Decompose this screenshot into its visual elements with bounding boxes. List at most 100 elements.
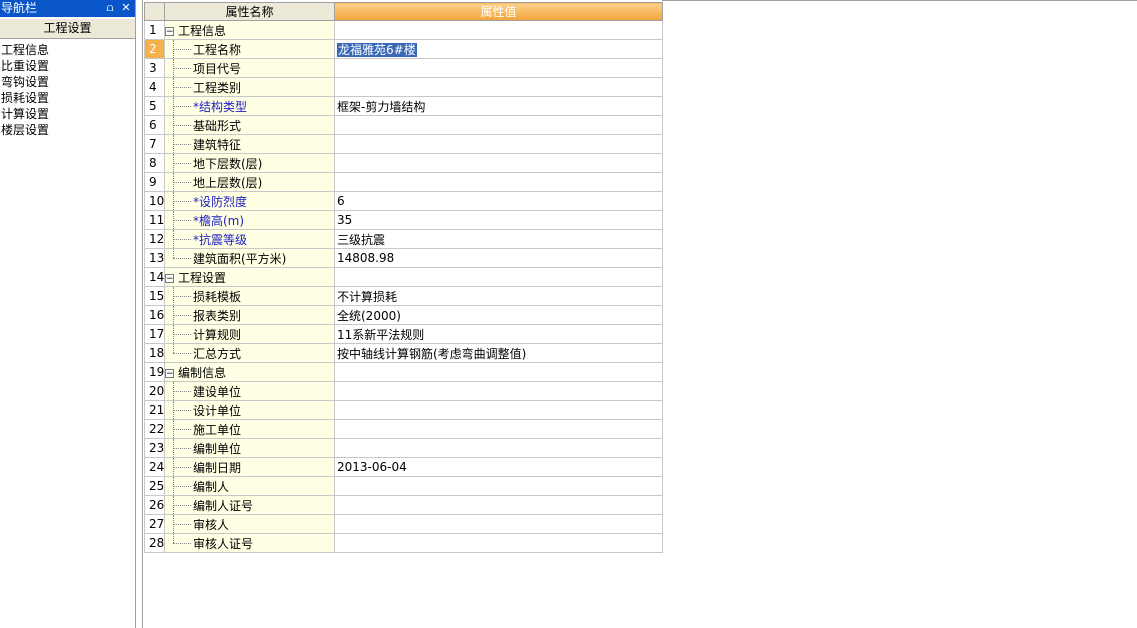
property-value-cell[interactable] [334,381,663,401]
table-row[interactable]: 25 编制人 [144,476,663,496]
table-row[interactable]: 1− 工程信息 [144,20,663,40]
row-number[interactable]: 26 [144,495,165,515]
property-value-cell[interactable] [334,153,663,173]
property-value[interactable]: 按中轴线计算钢筋(考虑弯曲调整值) [337,347,526,361]
property-value-cell[interactable] [334,77,663,97]
property-name-cell[interactable]: *设防烈度 [164,191,335,211]
property-name-cell[interactable]: 地上层数(层) [164,172,335,192]
property-value[interactable]: 6 [337,194,345,208]
property-name-cell[interactable]: 建筑面积(平方米) [164,248,335,268]
table-row[interactable]: 21 设计单位 [144,400,663,420]
property-value-cell[interactable]: 35 [334,210,663,230]
collapse-icon[interactable]: − [165,26,174,36]
property-name-cell[interactable]: 工程名称 [164,39,335,59]
row-number[interactable]: 16 [144,305,165,325]
row-number[interactable]: 23 [144,438,165,458]
row-number[interactable]: 8 [144,153,165,173]
table-row[interactable]: 5 *结构类型 框架-剪力墙结构 [144,96,663,116]
property-name-cell[interactable]: 报表类别 [164,305,335,325]
property-value[interactable]: 框架-剪力墙结构 [337,100,425,114]
row-number[interactable]: 17 [144,324,165,344]
property-name-cell[interactable]: − 工程设置 [164,267,335,287]
property-value-cell[interactable]: 14808.98 [334,248,663,268]
row-number[interactable]: 5 [144,96,165,116]
collapse-icon[interactable]: − [165,273,174,283]
property-name-cell[interactable]: 汇总方式 [164,343,335,363]
table-row[interactable]: 6 基础形式 [144,115,663,135]
table-row[interactable]: 16 报表类别 全统(2000) [144,305,663,325]
splitter[interactable] [136,0,143,628]
table-row[interactable]: 7 建筑特征 [144,134,663,154]
table-row[interactable]: 15 损耗模板 不计算损耗 [144,286,663,306]
table-row[interactable]: 18 汇总方式 按中轴线计算钢筋(考虑弯曲调整值) [144,343,663,363]
property-value-cell[interactable] [334,172,663,192]
row-number[interactable]: 12 [144,229,165,249]
table-row[interactable]: 3 项目代号 [144,58,663,78]
property-value-cell[interactable] [334,134,663,154]
property-name-cell[interactable]: *结构类型 [164,96,335,116]
collapse-icon[interactable]: − [165,368,174,378]
property-value-cell[interactable] [334,362,663,382]
property-value[interactable]: 35 [337,213,352,227]
property-name-cell[interactable]: *檐高(m) [164,210,335,230]
nav-item-calc[interactable]: 计算设置 [1,106,49,122]
header-name[interactable]: 属性名称 [164,2,335,21]
row-number[interactable]: 25 [144,476,165,496]
property-value[interactable]: 11系新平法规则 [337,328,424,342]
property-value-cell[interactable] [334,400,663,420]
property-name-cell[interactable]: 建设单位 [164,381,335,401]
property-value[interactable]: 14808.98 [337,251,394,265]
row-number[interactable]: 3 [144,58,165,78]
table-row[interactable]: 4 工程类别 [144,77,663,97]
property-name-cell[interactable]: 施工单位 [164,419,335,439]
property-name-cell[interactable]: 建筑特征 [164,134,335,154]
table-row[interactable]: 19− 编制信息 [144,362,663,382]
property-name-cell[interactable]: 编制人 [164,476,335,496]
nav-item-hook[interactable]: 弯钩设置 [1,74,49,90]
property-name-cell[interactable]: 损耗模板 [164,286,335,306]
property-name-cell[interactable]: 编制单位 [164,438,335,458]
nav-item-density[interactable]: 比重设置 [1,58,49,74]
table-row[interactable]: 10 *设防烈度 6 [144,191,663,211]
table-row[interactable]: 26 编制人证号 [144,495,663,515]
property-name-cell[interactable]: 项目代号 [164,58,335,78]
row-number[interactable]: 14 [144,267,165,287]
table-row[interactable]: 8 地下层数(层) [144,153,663,173]
property-value-cell[interactable] [334,419,663,439]
table-row[interactable]: 27 审核人 [144,514,663,534]
table-row[interactable]: 14− 工程设置 [144,267,663,287]
table-row[interactable]: 28 审核人证号 [144,533,663,553]
property-value-cell[interactable] [334,438,663,458]
row-number[interactable]: 13 [144,248,165,268]
property-name-cell[interactable]: 基础形式 [164,115,335,135]
table-row[interactable]: 13 建筑面积(平方米) 14808.98 [144,248,663,268]
property-value[interactable]: 不计算损耗 [337,290,397,304]
row-number[interactable]: 6 [144,115,165,135]
header-value[interactable]: 属性值 [334,2,663,21]
row-number[interactable]: 27 [144,514,165,534]
property-value-cell[interactable]: 全统(2000) [334,305,663,325]
property-value-cell[interactable]: 龙福雅苑6#楼 [334,39,663,59]
property-name-cell[interactable]: 工程类别 [164,77,335,97]
nav-item-floor[interactable]: 楼层设置 [1,122,49,138]
table-row[interactable]: 23 编制单位 [144,438,663,458]
property-value-cell[interactable] [334,514,663,534]
property-value-cell[interactable] [334,533,663,553]
property-value-cell[interactable]: 6 [334,191,663,211]
row-number[interactable]: 4 [144,77,165,97]
property-value[interactable]: 龙福雅苑6#楼 [337,42,417,57]
tab-project-settings[interactable]: 工程设置 [0,18,135,39]
property-name-cell[interactable]: 设计单位 [164,400,335,420]
property-value-cell[interactable] [334,476,663,496]
table-row[interactable]: 9 地上层数(层) [144,172,663,192]
property-value[interactable]: 三级抗震 [337,233,385,247]
pin-icon[interactable]: ⩍ [104,2,116,14]
row-number[interactable]: 9 [144,172,165,192]
row-number[interactable]: 7 [144,134,165,154]
property-value-cell[interactable]: 2013-06-04 [334,457,663,477]
property-name-cell[interactable]: − 工程信息 [164,20,335,40]
property-value[interactable]: 全统(2000) [337,309,401,323]
nav-item-loss[interactable]: 损耗设置 [1,90,49,106]
property-name-cell[interactable]: − 编制信息 [164,362,335,382]
table-row[interactable]: 22 施工单位 [144,419,663,439]
